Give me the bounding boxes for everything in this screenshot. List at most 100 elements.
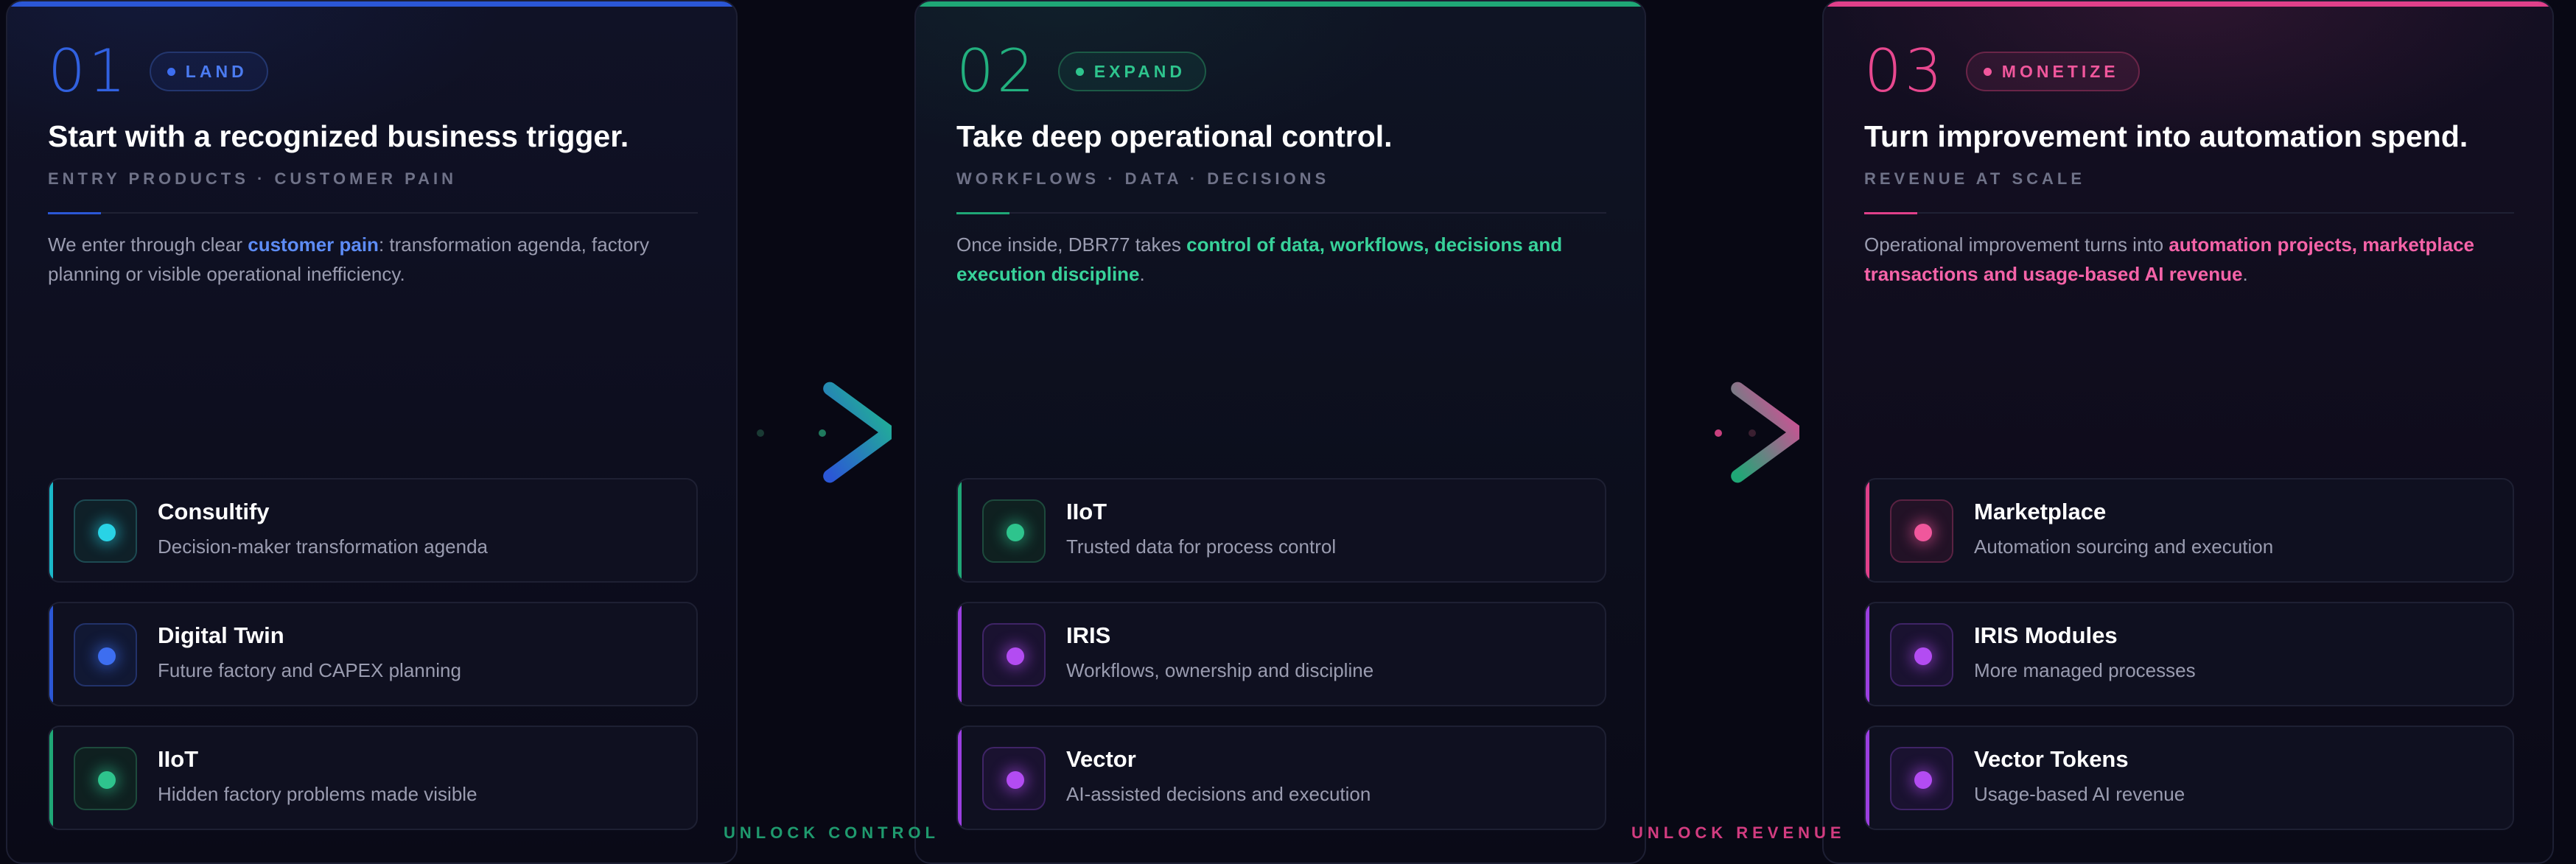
stage-card-expand: 02 EXPAND Take deep operational control.… [914,0,1646,864]
stage-badge: EXPAND [1057,52,1206,91]
stage-subtitle: REVENUE AT SCALE [1864,169,2086,188]
stage-description: Operational improvement turns into autom… [1864,230,2527,289]
product-icon-tile [1890,747,1953,810]
product-item-vector[interactable]: Vector AI-assisted decisions and executi… [956,726,1606,830]
desc-text: Operational improvement turns into [1864,233,2169,256]
glow-dot-icon [98,524,116,541]
desc-text: We enter through clear [48,233,248,256]
product-description: Workflows, ownership and discipline [1066,659,1374,681]
divider [1864,212,2514,214]
product-description: Automation sourcing and execution [1974,535,2274,558]
stage-subtitle: WORKFLOWS · DATA · DECISIONS [956,169,1330,188]
item-edge [1866,480,1869,581]
glow-dot-icon [98,647,116,665]
product-item-marketplace[interactable]: Marketplace Automation sourcing and exec… [1864,478,2514,583]
card-accent-bar [7,1,736,7]
stage-number: 01 [48,37,129,105]
stage-title: Take deep operational control. [956,119,1393,153]
product-name: Marketplace [1974,499,2107,524]
stage-card-land: 01 LAND Start with a recognized business… [6,0,738,864]
glow-dot-icon [1914,771,1932,789]
product-description: Trusted data for process control [1066,535,1337,558]
item-edge [49,727,53,829]
product-icon-tile [74,623,137,686]
product-item-iiot[interactable]: IIoT Trusted data for process control [956,478,1606,583]
stage-description: Once inside, DBR77 takes control of data… [956,230,1620,289]
flow-dot-icon [819,429,826,437]
product-icon-tile [982,499,1046,563]
badge-label: LAND [185,61,248,81]
card-accent-bar [916,1,1645,7]
item-edge [958,603,962,705]
product-icon-tile [982,747,1046,810]
item-edge [958,727,962,829]
product-description: Usage-based AI revenue [1974,783,2185,805]
stage-number: 03 [1864,37,1945,105]
glow-dot-icon [1007,771,1024,789]
connector-label: UNLOCK CONTROL [724,823,939,842]
product-item-iiot[interactable]: IIoT Hidden factory problems made visibl… [48,726,698,830]
product-icon-tile [74,499,137,563]
badge-dot-icon [167,67,175,76]
glow-dot-icon [1914,524,1932,541]
product-name: IIoT [1066,499,1107,524]
product-name: Digital Twin [158,622,284,648]
stage-number: 02 [956,37,1037,105]
stage-header: 02 EXPAND [956,42,1206,101]
product-name: IIoT [158,746,199,772]
item-edge [958,480,962,581]
connector-label: UNLOCK REVENUE [1631,823,1846,842]
stage-title: Start with a recognized business trigger… [48,119,629,153]
desc-text: Once inside, DBR77 takes [956,233,1187,256]
item-edge [49,603,53,705]
product-description: More managed processes [1974,659,2196,681]
product-description: Hidden factory problems made visible [158,783,477,805]
product-item-iris[interactable]: IRIS Workflows, ownership and discipline [956,602,1606,706]
glow-dot-icon [1914,647,1932,665]
item-edge [1866,603,1869,705]
badge-label: EXPAND [1093,61,1186,81]
stage-title: Turn improvement into automation spend. [1864,119,2468,153]
product-name: Vector [1066,746,1136,772]
desc-text: . [2242,263,2248,285]
badge-dot-icon [1075,67,1084,76]
glow-dot-icon [98,771,116,789]
stage-header: 03 MONETIZE [1864,42,2140,101]
product-name: Consultify [158,499,270,524]
stage-description: We enter through clear customer pain: tr… [48,230,711,289]
stage-badge: LAND [149,52,268,91]
badge-label: MONETIZE [2001,61,2119,81]
product-item-vector-tokens[interactable]: Vector Tokens Usage-based AI revenue [1864,726,2514,830]
item-edge [1866,727,1869,829]
product-description: Decision-maker transformation agenda [158,535,488,558]
chevron-right-icon [1715,382,1799,483]
item-edge [49,480,53,581]
stage-badge: MONETIZE [1965,52,2140,91]
product-icon-tile [1890,623,1953,686]
product-icon-tile [74,747,137,810]
product-item-iris-modules[interactable]: IRIS Modules More managed processes [1864,602,2514,706]
product-icon-tile [982,623,1046,686]
desc-text: . [1139,263,1145,285]
glow-dot-icon [1007,647,1024,665]
stage-card-monetize: 03 MONETIZE Turn improvement into automa… [1822,0,2554,864]
product-name: IRIS Modules [1974,622,2118,648]
flow-dot-icon [1715,429,1722,437]
flow-dot-icon [757,429,764,437]
product-description: AI-assisted decisions and execution [1066,783,1371,805]
product-icon-tile [1890,499,1953,563]
badge-dot-icon [1983,67,1992,76]
product-name: IRIS [1066,622,1111,648]
product-name: Vector Tokens [1974,746,2129,772]
product-item-digital-twin[interactable]: Digital Twin Future factory and CAPEX pl… [48,602,698,706]
chevron-right-icon [757,382,892,483]
stage-header: 01 LAND [48,42,268,101]
desc-highlight: customer pain [248,233,379,256]
card-accent-bar [1824,1,2552,7]
flow-dot-icon [1749,429,1756,437]
product-description: Future factory and CAPEX planning [158,659,461,681]
divider [48,212,698,214]
glow-dot-icon [1007,524,1024,541]
product-item-consultify[interactable]: Consultify Decision-maker transformation… [48,478,698,583]
stage-subtitle: ENTRY PRODUCTS · CUSTOMER PAIN [48,169,457,188]
